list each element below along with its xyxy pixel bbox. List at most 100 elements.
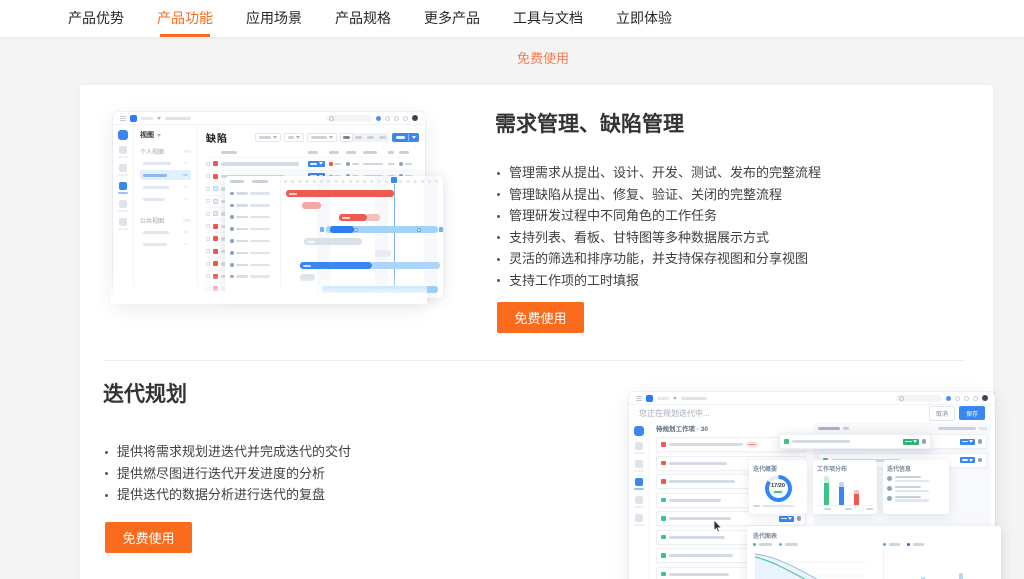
col-creator <box>346 151 360 154</box>
top-nav: 产品优势 产品功能 应用场景 产品规格 更多产品 工具与文档 立即体验 <box>0 0 1024 38</box>
legend-dot <box>779 543 782 546</box>
skeleton-bar <box>669 480 735 483</box>
feature-item: 支持列表、看板、甘特图等多种数据展示方式 <box>495 227 821 249</box>
col-date <box>363 151 385 154</box>
save-button: 保存 <box>959 406 985 420</box>
chart-bar <box>839 482 844 505</box>
bug-icon <box>213 174 218 179</box>
skeleton-bar <box>669 536 725 539</box>
info-row <box>887 476 945 482</box>
rail-icon <box>119 146 127 154</box>
panel-title: 迭代概要 <box>753 464 803 473</box>
section-requirements-defects: 需求管理、缺陷管理 管理需求从提出、设计、开发、测试、发布的完整流程 管理缺陷从… <box>495 108 965 138</box>
nav-item-try-now[interactable]: 立即体验 <box>616 0 672 37</box>
avatar <box>982 395 988 401</box>
skeleton-bar <box>681 397 707 400</box>
app-logo-icon <box>646 395 653 402</box>
rail-icon <box>635 496 643 504</box>
skeleton-bar <box>845 508 852 510</box>
search-box <box>896 395 942 402</box>
drag-handle <box>354 228 358 232</box>
feature-item: 提供将需求规划进迭代并完成迭代的交付 <box>103 441 351 463</box>
checkbox <box>206 187 210 191</box>
legend-item <box>907 543 924 546</box>
burndown-chart <box>753 543 871 579</box>
avatar <box>230 263 234 267</box>
free-use-link[interactable]: 免费使用 <box>517 48 569 67</box>
feature-item: 管理缺陷从提出、修复、验证、关闭的完整流程 <box>495 184 821 206</box>
gantt-bar <box>339 214 367 221</box>
col-owner <box>329 151 343 154</box>
btn-divider <box>408 134 409 141</box>
notification-dot <box>946 396 951 401</box>
nav-item-tools-docs[interactable]: 工具与文档 <box>513 0 583 37</box>
skeleton-bar <box>118 156 128 159</box>
menu-icon <box>120 116 126 121</box>
rail-item <box>118 218 128 230</box>
settings-icon <box>973 396 978 401</box>
checkbox <box>206 174 210 178</box>
caret-down-icon <box>157 117 161 120</box>
skeleton-bar <box>785 543 798 545</box>
skeleton-bar <box>396 136 405 139</box>
skeleton-bar <box>250 216 270 219</box>
skeleton-bar <box>634 506 644 509</box>
bar-light <box>824 476 829 483</box>
create-button <box>392 133 419 142</box>
skeleton-bar <box>824 508 831 510</box>
caret-down-icon <box>969 440 973 443</box>
view-selector: 视图 <box>140 130 191 140</box>
chart-bar <box>824 476 829 505</box>
timeline-ticks <box>284 180 440 183</box>
skeleton-bar <box>183 150 191 153</box>
cancel-button: 取消 <box>929 406 955 421</box>
velocity-bar-chart <box>883 543 995 579</box>
status-badge <box>772 490 784 494</box>
checkbox <box>206 199 210 203</box>
story-icon <box>661 553 666 558</box>
feature-item: 支持工作项的工时填报 <box>495 270 821 292</box>
nav-item-product-features[interactable]: 产品功能 <box>157 0 213 37</box>
app-topbar <box>629 392 995 405</box>
gantt-bar <box>375 250 391 257</box>
date-cell <box>363 163 385 166</box>
legend-dot <box>907 543 910 546</box>
donut-center: 17/20 <box>769 479 788 498</box>
avatar <box>922 439 927 444</box>
skeleton-bar <box>781 518 787 520</box>
nav-item-product-advantages[interactable]: 产品优势 <box>68 0 124 37</box>
skeleton-bar <box>792 440 850 443</box>
skeleton-bar <box>399 151 409 154</box>
gantt-bar-extension <box>372 262 440 269</box>
avatar <box>230 204 234 208</box>
section-title: 迭代规划 <box>103 378 533 408</box>
skeleton-bar <box>289 193 297 195</box>
bottom-fade <box>111 274 427 304</box>
skeleton-bar <box>343 136 350 139</box>
gantt-row-label <box>230 235 277 247</box>
skeleton-bar <box>183 243 188 246</box>
backlog-header: 待规划工作项 · 30 <box>656 423 806 433</box>
free-use-button-requirements[interactable]: 免费使用 <box>497 302 584 333</box>
gantt-bar <box>302 202 321 209</box>
skeleton-bar <box>669 462 727 465</box>
skeleton-bar <box>236 264 248 267</box>
caret-down-icon <box>273 136 277 139</box>
status-pill-blue <box>960 439 975 445</box>
donut-value: 17/20 <box>771 483 785 489</box>
free-use-button-iteration[interactable]: 免费使用 <box>105 522 192 553</box>
gantt-bar <box>300 262 371 269</box>
creator-cell <box>399 162 413 166</box>
group-label: 公共视图 <box>140 216 164 225</box>
nav-item-use-cases[interactable]: 应用场景 <box>246 0 302 37</box>
bug-icon <box>213 261 218 266</box>
skeleton-bar <box>762 505 794 507</box>
nav-item-product-specs[interactable]: 产品规格 <box>335 0 391 37</box>
task-icon <box>213 211 218 216</box>
status-pill-blue <box>308 161 325 167</box>
skeleton-bar <box>895 496 921 498</box>
nav-item-more-products[interactable]: 更多产品 <box>424 0 480 37</box>
skeleton-bar <box>118 210 128 213</box>
rail-item <box>634 514 644 526</box>
bar-solid <box>839 487 844 505</box>
